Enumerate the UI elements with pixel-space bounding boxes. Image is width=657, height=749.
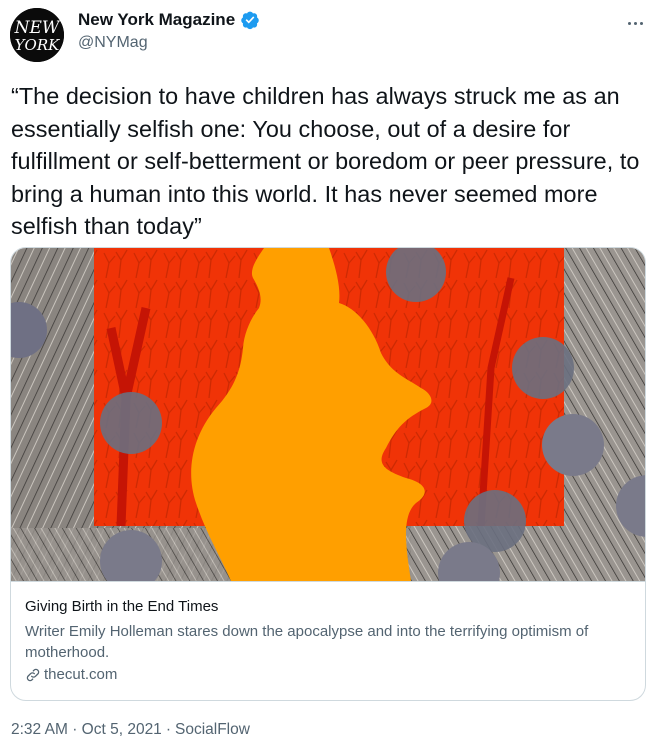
link-card[interactable]: Giving Birth in the End Times Writer Emi… [10, 247, 646, 701]
card-image[interactable] [11, 248, 645, 582]
pregnant-silhouette-illustration-icon [11, 248, 645, 581]
verified-badge-icon [240, 10, 260, 30]
tweet-text: “The decision to have children has alway… [11, 83, 640, 239]
tweet: NEW YORK New York Magazine @NYMag “The d… [0, 0, 657, 749]
card-description: Writer Emily Holleman stares down the ap… [25, 623, 589, 661]
card-title: Giving Birth in the End Times [25, 598, 219, 615]
avatar-text-top: NEW [14, 18, 61, 38]
tweet-source-link[interactable]: SocialFlow [175, 721, 250, 739]
more-options-button[interactable] [618, 8, 652, 38]
separator: · [165, 721, 171, 738]
author-handle[interactable]: @NYMag [78, 34, 148, 52]
avatar[interactable]: NEW YORK [10, 8, 64, 62]
card-domain-text: thecut.com [44, 666, 118, 683]
tweet-timestamp: 2:32 AM · Oct 5, 2021 · SocialFlow [11, 721, 250, 739]
card-body[interactable]: Giving Birth in the End Times Writer Emi… [11, 582, 645, 700]
tweet-time: 2:32 AM [11, 721, 68, 738]
more-horizontal-icon [627, 21, 631, 25]
avatar-text-bottom: YORK [15, 36, 60, 54]
link-icon [25, 667, 41, 683]
display-name: New York Magazine [78, 10, 236, 29]
tweet-date: Oct 5, 2021 [81, 721, 162, 738]
author-name-link[interactable]: New York Magazine [78, 10, 260, 30]
nymag-logo-icon: NEW YORK [10, 8, 64, 62]
tweet-time-link[interactable]: 2:32 AM · Oct 5, 2021 [11, 721, 162, 739]
card-domain: thecut.com [25, 666, 117, 683]
separator: · [72, 721, 78, 738]
